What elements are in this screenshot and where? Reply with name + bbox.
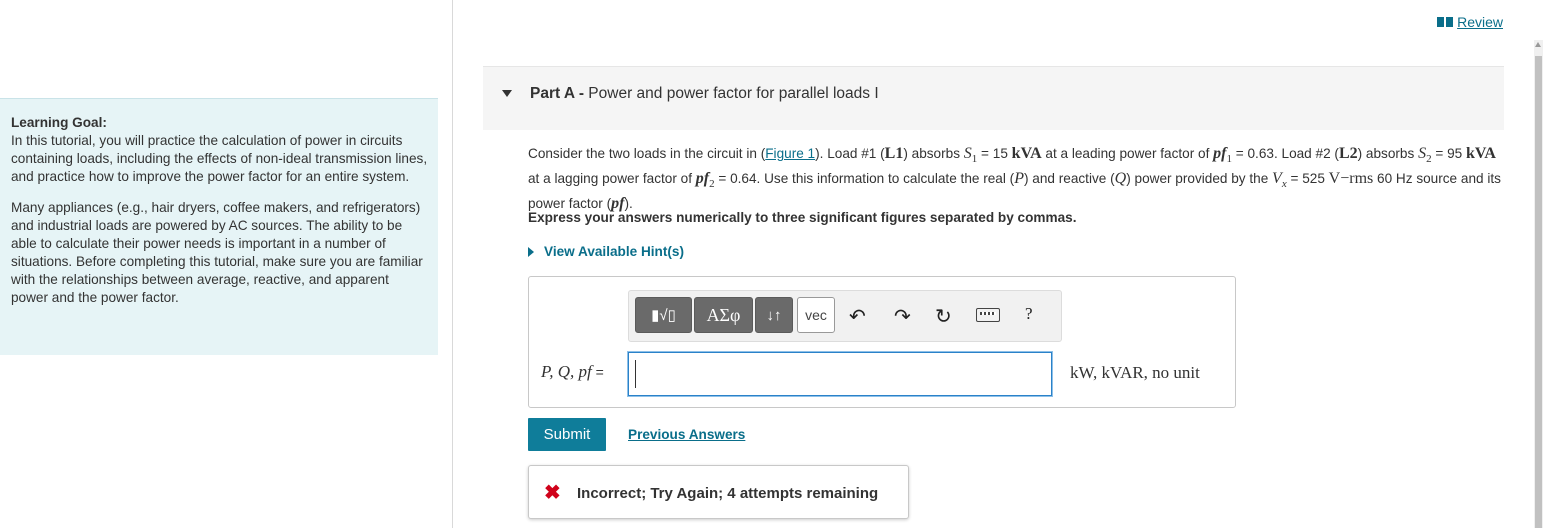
answer-input[interactable] — [628, 352, 1052, 396]
part-title-text: Power and power factor for parallel load… — [588, 85, 879, 102]
math-l2: L2 — [1338, 145, 1358, 162]
review-label: Review — [1457, 14, 1503, 30]
incorrect-icon: ✖ — [544, 482, 561, 504]
collapse-caret-icon[interactable] — [502, 90, 512, 97]
scroll-up-icon[interactable] — [1535, 42, 1541, 47]
problem-text: = 95 — [1431, 146, 1466, 161]
math-s2-var: S — [1418, 145, 1427, 162]
answer-label: P, Q, pf = — [541, 362, 604, 382]
expand-caret-icon — [528, 246, 534, 257]
learning-goal-description: Many appliances (e.g., hair dryers, coff… — [11, 200, 423, 305]
undo-icon[interactable]: ↶ — [849, 304, 866, 329]
scrollbar-thumb[interactable] — [1535, 56, 1542, 528]
submit-button[interactable]: Submit — [528, 418, 606, 451]
math-p: P — [1014, 170, 1024, 188]
math-pf1: pf1 — [1213, 145, 1232, 165]
help-icon[interactable]: ? — [1025, 304, 1033, 324]
redo-icon[interactable]: ↷ — [894, 304, 911, 329]
math-kva: kVA — [1011, 145, 1042, 162]
review-link[interactable]: Review — [1437, 14, 1503, 30]
problem-text: ) and reactive ( — [1023, 171, 1115, 187]
scrollbar[interactable] — [1534, 40, 1543, 528]
math-pf1-var: pf — [1213, 145, 1227, 162]
answer-panel: ▮√▯ ΑΣφ ↓↑ vec ↶ ↷ ↻ ? P, Q, pf = kW, kV… — [528, 276, 1236, 408]
problem-statement: Consider the two loads in the circuit in… — [528, 144, 1503, 213]
previous-answers-link[interactable]: Previous Answers — [628, 427, 745, 442]
templates-button[interactable]: ▮√▯ — [635, 297, 692, 333]
problem-text: = 15 — [977, 146, 1012, 161]
answer-units: kW, kVAR, no unit — [1070, 363, 1200, 382]
math-l1: L1 — [884, 145, 904, 162]
problem-text: ) power provided by the — [1126, 171, 1273, 187]
part-title: Part A - Power and power factor for para… — [530, 85, 879, 103]
part-label: Part A — [530, 85, 575, 102]
answer-instruction: Express your answers numerically to thre… — [528, 210, 1077, 225]
math-s1-var: S — [963, 145, 972, 162]
learning-goal-intro: In this tutorial, you will practice the … — [11, 133, 428, 184]
learning-goal-panel: Learning Goal: In this tutorial, you wil… — [0, 98, 438, 355]
view-hints-toggle[interactable]: View Available Hint(s) — [528, 244, 684, 259]
text-cursor — [635, 360, 636, 388]
part-separator: - — [574, 85, 589, 102]
problem-text: = 0.63. Load #2 ( — [1232, 146, 1339, 161]
math-q: Q — [1114, 170, 1127, 188]
figure-link[interactable]: Figure 1 — [765, 146, 815, 161]
problem-text: ). Load #1 ( — [815, 146, 885, 161]
greek-symbols-button[interactable]: ΑΣφ — [694, 297, 753, 333]
problem-text: ) absorbs — [903, 146, 964, 161]
problem-text: = 525 — [1286, 171, 1329, 187]
math-pf2-var: pf — [695, 170, 710, 188]
math-toolbar: ▮√▯ ΑΣφ ↓↑ vec ↶ ↷ ↻ ? — [628, 290, 1062, 342]
reset-icon[interactable]: ↻ — [935, 304, 952, 329]
problem-text: ) absorbs — [1357, 146, 1419, 161]
problem-text: at a leading power factor of — [1041, 146, 1214, 161]
book-icon — [1437, 17, 1454, 27]
math-pf2: pf2 — [695, 170, 715, 190]
feedback-text: Incorrect; Try Again; 4 attempts remaini… — [577, 485, 879, 502]
math-s2: S2 — [1418, 145, 1432, 165]
math-vrms: V−rms — [1328, 170, 1374, 188]
left-pane: Learning Goal: In this tutorial, you wil… — [0, 0, 453, 528]
part-a-header[interactable]: Part A - Power and power factor for para… — [483, 66, 1504, 130]
math-s1: S1 — [963, 145, 978, 165]
feedback-box: ✖ Incorrect; Try Again; 4 attempts remai… — [528, 465, 909, 519]
learning-goal-title: Learning Goal: — [11, 115, 107, 130]
answer-label-vars: P, Q, pf — [541, 362, 592, 381]
problem-text: Consider the two loads in the circuit in… — [528, 146, 766, 161]
math-kva: kVA — [1465, 145, 1496, 162]
answer-equals: = — [591, 364, 604, 380]
math-vx-var: V — [1272, 170, 1282, 188]
keyboard-icon[interactable] — [976, 308, 1000, 322]
hint-label: View Available Hint(s) — [544, 244, 685, 259]
problem-text: at a lagging power factor of — [528, 171, 696, 187]
problem-text: = 0.64. Use this information to calculat… — [714, 171, 1015, 187]
vector-button[interactable]: vec — [797, 297, 835, 333]
math-vx: Vx — [1272, 170, 1287, 190]
arrows-button[interactable]: ↓↑ — [755, 297, 793, 333]
